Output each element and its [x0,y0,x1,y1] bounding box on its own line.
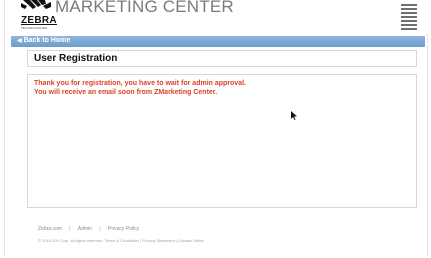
copyright-text: © 2016 ZIH Corp. All rights reserved. Te… [38,238,204,243]
header: ZEBRA TECHNOLOGIES MARKETING CENTER [5,0,429,33]
back-to-home-label: Back to Home [23,37,71,44]
approval-message: Thank you for registration, you have to … [34,80,246,87]
mouse-cursor-icon [291,111,297,120]
footer-link-zebra[interactable]: Zebra.com [38,226,62,232]
email-notice-message: You will receive an email soon from ZMar… [34,89,218,96]
logo-subtext: TECHNOLOGIES [21,26,48,30]
hamburger-menu-icon[interactable] [401,4,417,30]
footer-link-privacy[interactable]: Privacy Policy [108,226,139,232]
page-title: User Registration [34,53,118,64]
chevron-left-icon: ◀ [17,38,22,44]
footer-separator: | [99,226,101,232]
content-panel: Thank you for registration, you have to … [27,74,417,208]
zebra-logo[interactable]: ZEBRA TECHNOLOGIES [19,0,57,30]
footer-links: Zebra.com | Admin | Privacy Policy [38,226,145,232]
page-title-box: User Registration [27,50,417,67]
back-bar: ◀ Back to Home [11,36,425,47]
footer-separator: | [69,226,71,232]
zebra-head-icon [21,0,51,12]
footer-link-admin[interactable]: Admin [78,226,92,232]
back-to-home-link[interactable]: ◀ Back to Home [17,37,70,44]
app-frame: ZEBRA TECHNOLOGIES MARKETING CENTER ◀ Bac… [4,0,429,256]
logo-wordmark: ZEBRA [21,15,57,26]
app-title: MARKETING CENTER [55,0,234,16]
